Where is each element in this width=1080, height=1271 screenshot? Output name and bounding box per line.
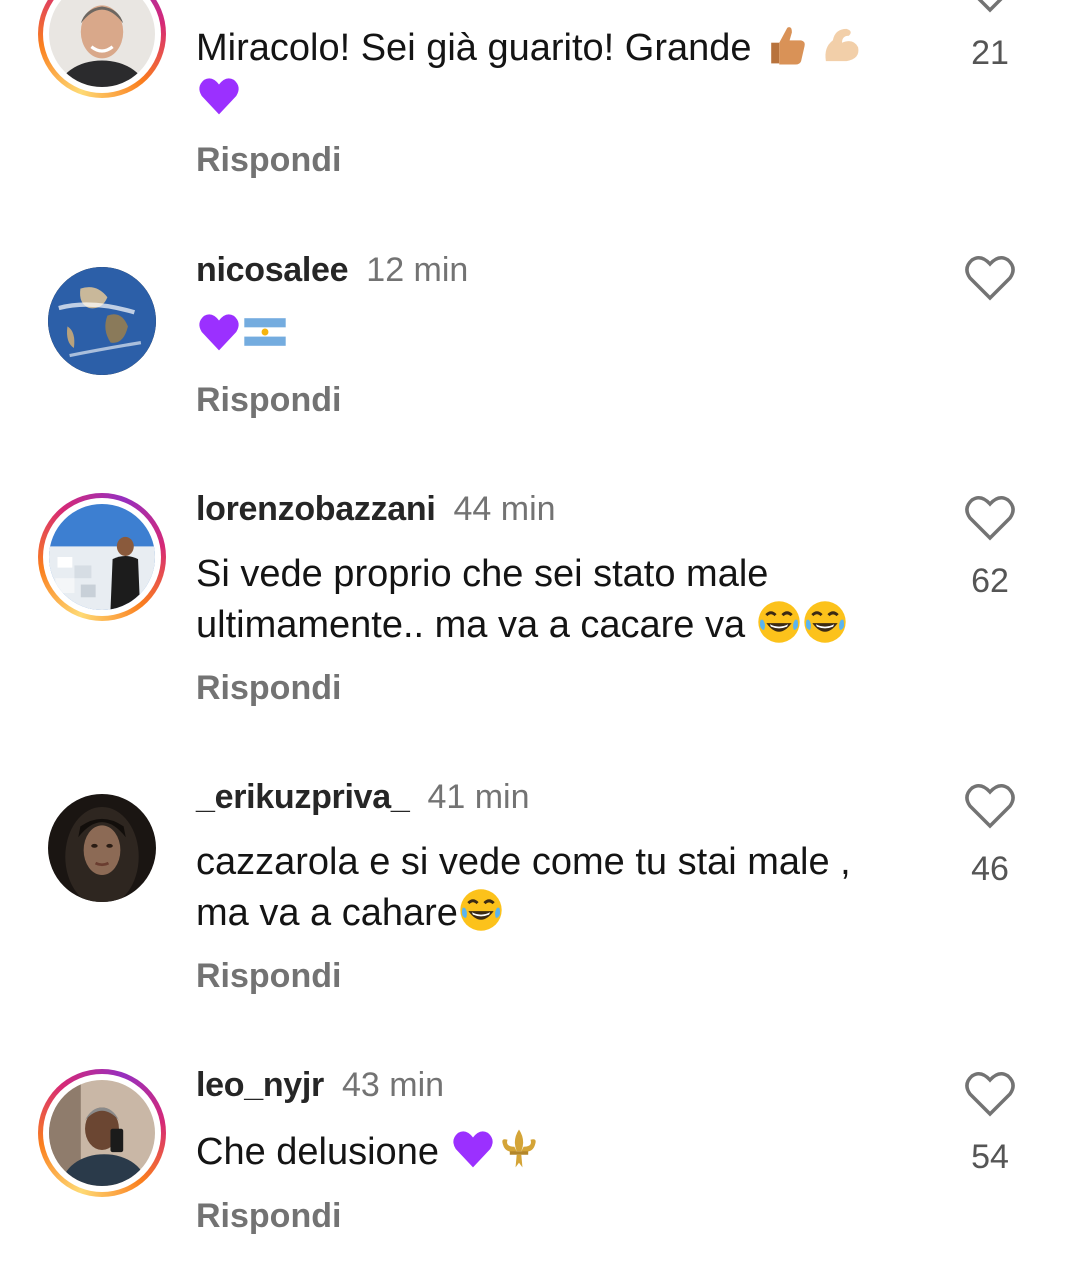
avatar[interactable]	[48, 267, 156, 375]
reply-button[interactable]: Rispondi	[196, 380, 341, 420]
username[interactable]: _erikuzpriva_	[196, 778, 410, 816]
comment-header: _erikuzpriva_ 41 min	[196, 777, 530, 817]
comment-text: Si vede proprio che sei stato male ultim…	[196, 550, 936, 650]
comment-text: Miracolo! Sei già guarito! Grande	[196, 22, 936, 124]
like-count: 21	[971, 34, 1009, 72]
heart-icon[interactable]	[964, 1070, 1016, 1118]
username[interactable]: lorenzobazzani	[196, 490, 436, 528]
purple-heart-emoji	[196, 309, 242, 355]
avatar-story-ring[interactable]	[38, 1069, 166, 1197]
comment-item: lorenzobazzani 44 min Si vede proprio che…	[0, 480, 1080, 720]
reply-button[interactable]: Rispondi	[196, 956, 341, 996]
tears-of-joy-emoji	[756, 599, 802, 645]
comment-item: Miracolo! Sei già guarito! Grande 21 Ris…	[0, 0, 1080, 200]
avatar-earth-image	[48, 267, 156, 375]
avatar	[49, 504, 155, 610]
comment-text: cazzarola e si vede come tu stai male , …	[196, 841, 851, 934]
reply-button[interactable]: Rispondi	[196, 1196, 341, 1236]
heart-icon[interactable]	[964, 254, 1016, 302]
avatar	[49, 0, 155, 87]
avatar-story-ring[interactable]	[38, 493, 166, 621]
like-count: 46	[971, 850, 1009, 888]
thumbs-up-emoji	[762, 22, 808, 68]
timestamp: 44 min	[453, 490, 556, 528]
avatar-woman-photo	[48, 794, 156, 902]
avatar-story-ring[interactable]	[38, 0, 166, 98]
comment-item: _erikuzpriva_ 41 min cazzarola e si vede …	[0, 768, 1080, 1008]
avatar[interactable]	[48, 794, 156, 902]
timestamp: 12 min	[366, 251, 469, 289]
comment-text: Che delusione	[196, 1126, 936, 1177]
avatar-man-photo	[49, 0, 155, 87]
heart-icon[interactable]	[964, 494, 1016, 542]
like-count: 54	[971, 1138, 1009, 1176]
timestamp: 43 min	[342, 1066, 445, 1104]
comment-item: nicosalee 12 min Rispondi	[0, 240, 1080, 440]
flexed-biceps-emoji	[819, 22, 865, 68]
argentina-flag-emoji	[242, 309, 288, 355]
comment-header: nicosalee 12 min	[196, 250, 468, 290]
purple-heart-emoji	[196, 73, 242, 119]
comment-header: lorenzobazzani 44 min	[196, 489, 556, 529]
comment-text	[196, 309, 936, 360]
avatar	[49, 1080, 155, 1186]
reply-button[interactable]: Rispondi	[196, 140, 341, 180]
reply-button[interactable]: Rispondi	[196, 668, 341, 708]
avatar-mirror-selfie-photo	[49, 1080, 155, 1186]
heart-icon[interactable]	[964, 782, 1016, 830]
like-count: 62	[971, 562, 1009, 600]
comments-list: Miracolo! Sei già guarito! Grande 21 Ris…	[0, 0, 1080, 1271]
timestamp: 41 min	[427, 778, 530, 816]
tears-of-joy-emoji	[802, 599, 848, 645]
avatar-santorini-photo	[49, 504, 155, 610]
comment-item: leo_nyjr 43 min Che delusione 54 Rispondi	[0, 1056, 1080, 1271]
purple-heart-emoji	[450, 1126, 496, 1172]
heart-icon[interactable]	[964, 0, 1016, 14]
comment-header: leo_nyjr 43 min	[196, 1065, 444, 1105]
username[interactable]: nicosalee	[196, 251, 349, 289]
tears-of-joy-emoji	[458, 887, 504, 933]
username[interactable]: leo_nyjr	[196, 1066, 324, 1104]
fleur-de-lis-emoji	[496, 1126, 542, 1172]
